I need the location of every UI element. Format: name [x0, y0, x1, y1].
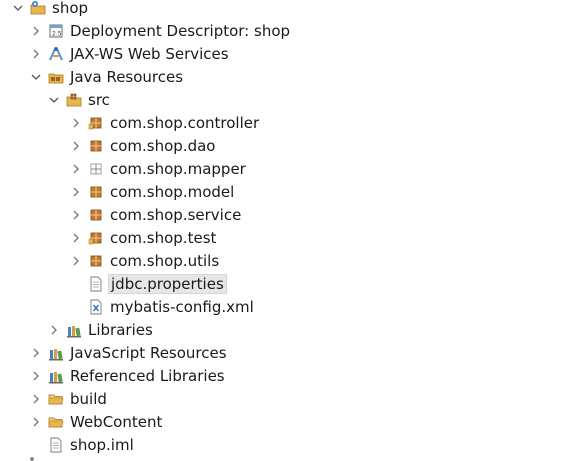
chevron-right-icon[interactable]: [30, 410, 42, 433]
tree-item-package[interactable]: com.shop.controller: [70, 111, 261, 134]
javascript-resources-icon: [48, 345, 64, 361]
folder-icon: [48, 391, 64, 407]
tree-item-label: shop.iml: [70, 435, 134, 454]
chevron-down-icon[interactable]: [48, 88, 60, 111]
web-services-icon: [48, 46, 64, 62]
referenced-libraries-icon: [48, 368, 64, 384]
chevron-right-icon[interactable]: [30, 364, 42, 387]
tree-item-label: WebContent: [70, 412, 163, 431]
tree-item-package[interactable]: com.shop.mapper: [70, 157, 248, 180]
project-explorer-tree: shop 2.5 Deployment Descriptor: shop JAX…: [0, 0, 569, 461]
tree-item-label: Deployment Descriptor: shop: [70, 21, 291, 40]
chevron-down-icon[interactable]: [30, 65, 42, 88]
tree-item-label: Java Resources: [70, 67, 184, 86]
tree-item-javascript-resources[interactable]: JavaScript Resources: [30, 341, 229, 364]
tree-item-java-resources[interactable]: Java Resources: [30, 65, 185, 88]
package-icon: [88, 207, 104, 223]
chevron-right-icon[interactable]: [30, 19, 42, 42]
package-icon: [88, 138, 104, 154]
tree-item-shop[interactable]: shop: [12, 0, 90, 19]
tree-item-package[interactable]: com.shop.model: [70, 180, 236, 203]
properties-file-icon: [88, 276, 104, 292]
tree-item-label: Libraries: [88, 320, 153, 339]
source-folder-icon: [66, 92, 82, 108]
chevron-right-icon[interactable]: [70, 157, 82, 180]
tree-item-jdbc-properties[interactable]: jdbc.properties: [88, 272, 227, 295]
svg-text:2.5: 2.5: [52, 30, 62, 37]
chevron-right-icon[interactable]: [30, 341, 42, 364]
xml-file-icon: [88, 299, 104, 315]
next-item-partial-icon: [30, 457, 34, 461]
tree-item-referenced-libraries[interactable]: Referenced Libraries: [30, 364, 227, 387]
package-icon: [88, 230, 104, 246]
tree-item-label: JavaScript Resources: [70, 343, 227, 362]
chevron-right-icon[interactable]: [30, 387, 42, 410]
tree-item-label: com.shop.utils: [110, 251, 220, 270]
folder-icon: [48, 414, 64, 430]
tree-item-package[interactable]: com.shop.utils: [70, 249, 221, 272]
tree-item-mybatis-config[interactable]: mybatis-config.xml: [88, 295, 256, 318]
tree-item-label: jdbc.properties: [108, 273, 227, 294]
tree-item-label: com.shop.controller: [110, 113, 260, 132]
package-icon: [88, 253, 104, 269]
tree-item-label: mybatis-config.xml: [110, 297, 254, 316]
tree-item-package[interactable]: com.shop.dao: [70, 134, 217, 157]
tree-item-label: build: [70, 389, 107, 408]
libraries-icon: [66, 322, 82, 338]
tree-item-src[interactable]: src: [48, 88, 112, 111]
deployment-descriptor-icon: 2.5: [48, 23, 64, 39]
tree-item-webcontent[interactable]: WebContent: [30, 410, 164, 433]
package-icon: [88, 115, 104, 131]
tree-item-libraries[interactable]: Libraries: [48, 318, 155, 341]
chevron-down-icon[interactable]: [12, 0, 24, 19]
project-icon: [30, 0, 46, 16]
tree-item-deployment-descriptor[interactable]: 2.5 Deployment Descriptor: shop: [30, 19, 292, 42]
tree-item-label: shop: [52, 0, 89, 17]
chevron-right-icon[interactable]: [48, 318, 60, 341]
file-icon: [48, 437, 64, 453]
tree-item-jaxws[interactable]: JAX-WS Web Services: [30, 42, 231, 65]
tree-item-build[interactable]: build: [30, 387, 109, 410]
tree-item-label: com.shop.test: [110, 228, 217, 247]
chevron-right-icon[interactable]: [70, 111, 82, 134]
chevron-right-icon[interactable]: [70, 226, 82, 249]
chevron-right-icon[interactable]: [70, 134, 82, 157]
chevron-right-icon[interactable]: [70, 203, 82, 226]
tree-item-label: com.shop.dao: [110, 136, 216, 155]
chevron-right-icon[interactable]: [70, 249, 82, 272]
tree-item-shop-iml[interactable]: shop.iml: [48, 433, 136, 456]
tree-item-label: com.shop.model: [110, 182, 235, 201]
tree-item-label: com.shop.mapper: [110, 159, 246, 178]
chevron-right-icon[interactable]: [30, 42, 42, 65]
java-resources-icon: [48, 69, 64, 85]
tree-item-label: Referenced Libraries: [70, 366, 225, 385]
tree-item-label: com.shop.service: [110, 205, 242, 224]
chevron-right-icon[interactable]: [70, 180, 82, 203]
tree-item-package[interactable]: com.shop.test: [70, 226, 218, 249]
tree-item-label: src: [88, 90, 110, 109]
package-icon: [88, 184, 104, 200]
tree-item-label: JAX-WS Web Services: [70, 44, 229, 63]
empty-package-icon: [88, 161, 104, 177]
tree-item-package[interactable]: com.shop.service: [70, 203, 243, 226]
